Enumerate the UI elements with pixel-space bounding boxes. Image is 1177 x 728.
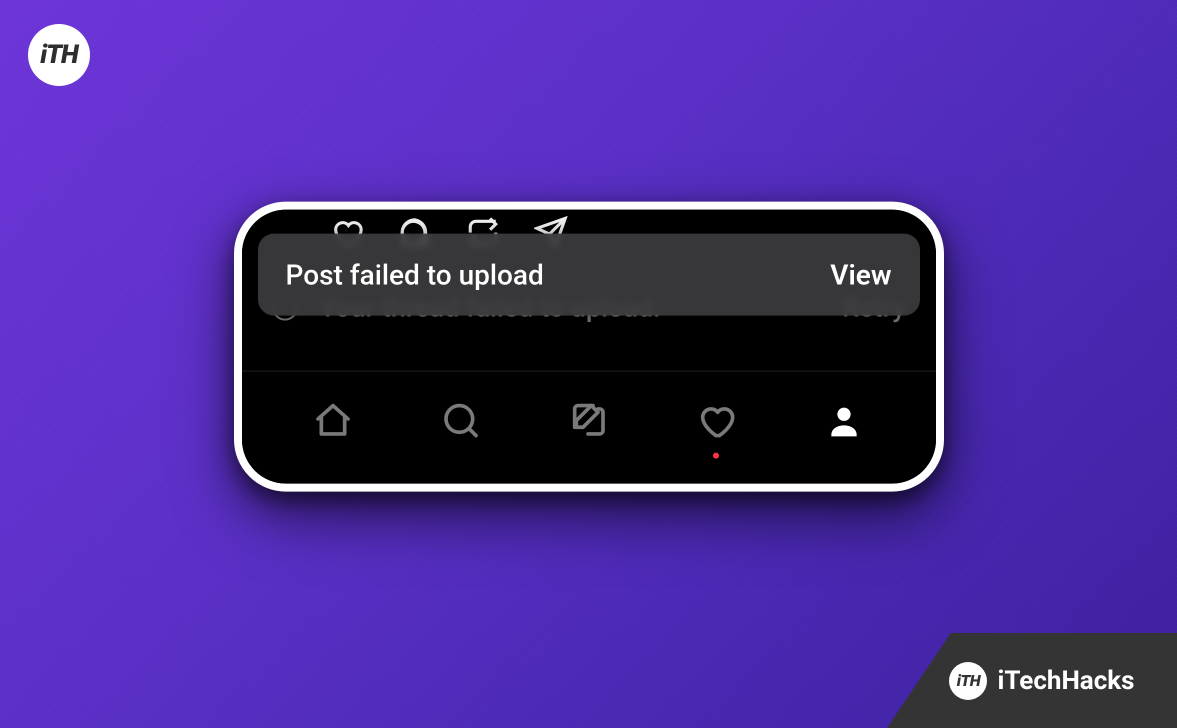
brand-logo-text: iTH [957,671,980,690]
phone-screen: Your thread failed to upload. Retry Post… [242,210,936,484]
nav-home[interactable] [305,395,361,451]
phone-mockup: Your thread failed to upload. Retry Post… [234,202,944,492]
nav-compose[interactable] [560,395,616,451]
compose-icon [568,401,608,445]
notification-dot-icon [713,453,719,459]
toast-message: Post failed to upload [286,258,831,291]
search-icon [441,401,481,445]
nav-activity[interactable] [688,395,744,451]
content-area: Your thread failed to upload. Retry Post… [242,210,936,372]
bottom-nav [242,372,936,484]
site-logo: iTH [28,24,90,86]
brand-name: iTechHacks [997,666,1134,696]
error-toast: Post failed to upload View [258,234,920,316]
home-icon [313,401,353,445]
nav-profile[interactable] [816,395,872,451]
nav-search[interactable] [433,395,489,451]
brand-logo-icon: iTH [949,662,987,700]
toast-view-button[interactable]: View [830,258,891,291]
brand-banner: iTH iTechHacks [887,633,1177,728]
heart-icon [696,401,736,445]
site-logo-text: iTH [40,40,78,70]
profile-icon [825,402,863,444]
